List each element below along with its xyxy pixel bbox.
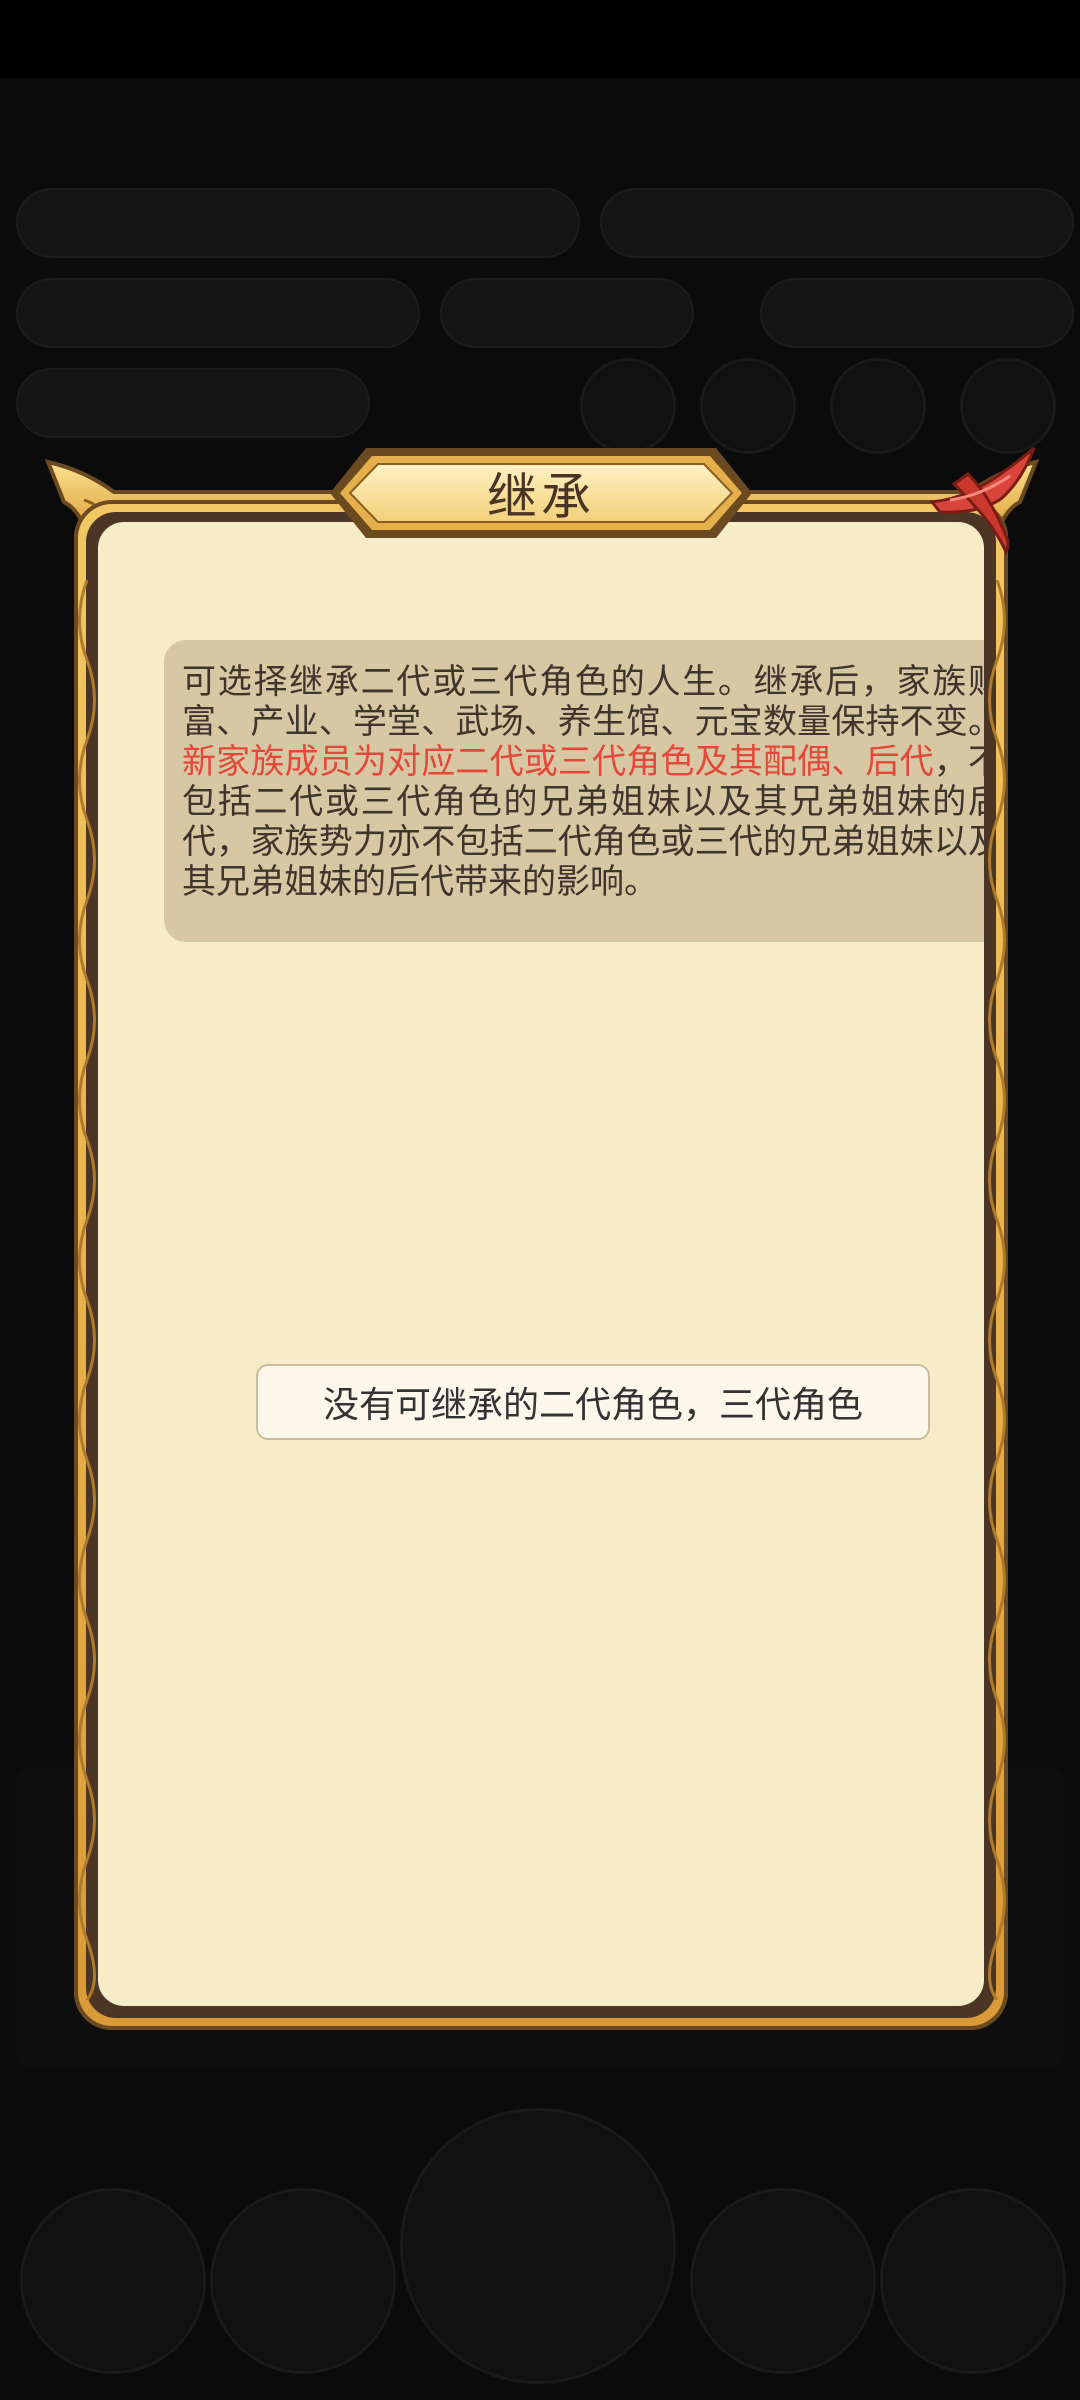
bg-nav-button	[20, 2188, 206, 2374]
description-part1: 可选择继承二代或三代角色的人生。继承后，家族财富、产业、学堂、武场、养生馆、元宝…	[182, 662, 984, 742]
title-plaque: 继承	[326, 444, 756, 542]
close-button[interactable]	[910, 440, 1040, 560]
dialog-content-panel: 可选择继承二代或三代角色的人生。继承后，家族财富、产业、学堂、武场、养生馆、元宝…	[98, 522, 984, 2006]
bg-nav-button	[210, 2188, 396, 2374]
bg-info-bar	[16, 188, 580, 258]
inherit-dialog: 可选择继承二代或三代角色的人生。继承后，家族财富、产业、学堂、武场、养生馆、元宝…	[44, 440, 1040, 2030]
bg-nav-button	[690, 2188, 876, 2374]
empty-message: 没有可继承的二代角色，三代角色	[256, 1364, 930, 1440]
frame-ornament-right	[988, 580, 1006, 2000]
description-text: 可选择继承二代或三代角色的人生。继承后，家族财富、产业、学堂、武场、养生馆、元宝…	[182, 662, 984, 902]
bg-power-bar	[440, 278, 694, 348]
bg-nav-button	[400, 2108, 676, 2384]
bg-name-bar	[16, 368, 370, 438]
close-icon[interactable]	[910, 440, 1040, 560]
bg-resource-bar	[600, 188, 1074, 258]
description-highlight: 新家族成员为对应二代或三代角色及其配偶、后代	[182, 742, 934, 782]
bg-gold-bar	[760, 278, 1074, 348]
bg-family-bar	[16, 278, 420, 348]
game-screen: 可选择继承二代或三代角色的人生。继承后，家族财富、产业、学堂、武场、养生馆、元宝…	[0, 0, 1080, 2400]
dialog-title: 继承	[487, 468, 595, 526]
bg-nav-button	[880, 2188, 1066, 2374]
status-bar	[0, 0, 1080, 78]
description-box: 可选择继承二代或三代角色的人生。继承后，家族财富、产业、学堂、武场、养生馆、元宝…	[164, 640, 984, 942]
